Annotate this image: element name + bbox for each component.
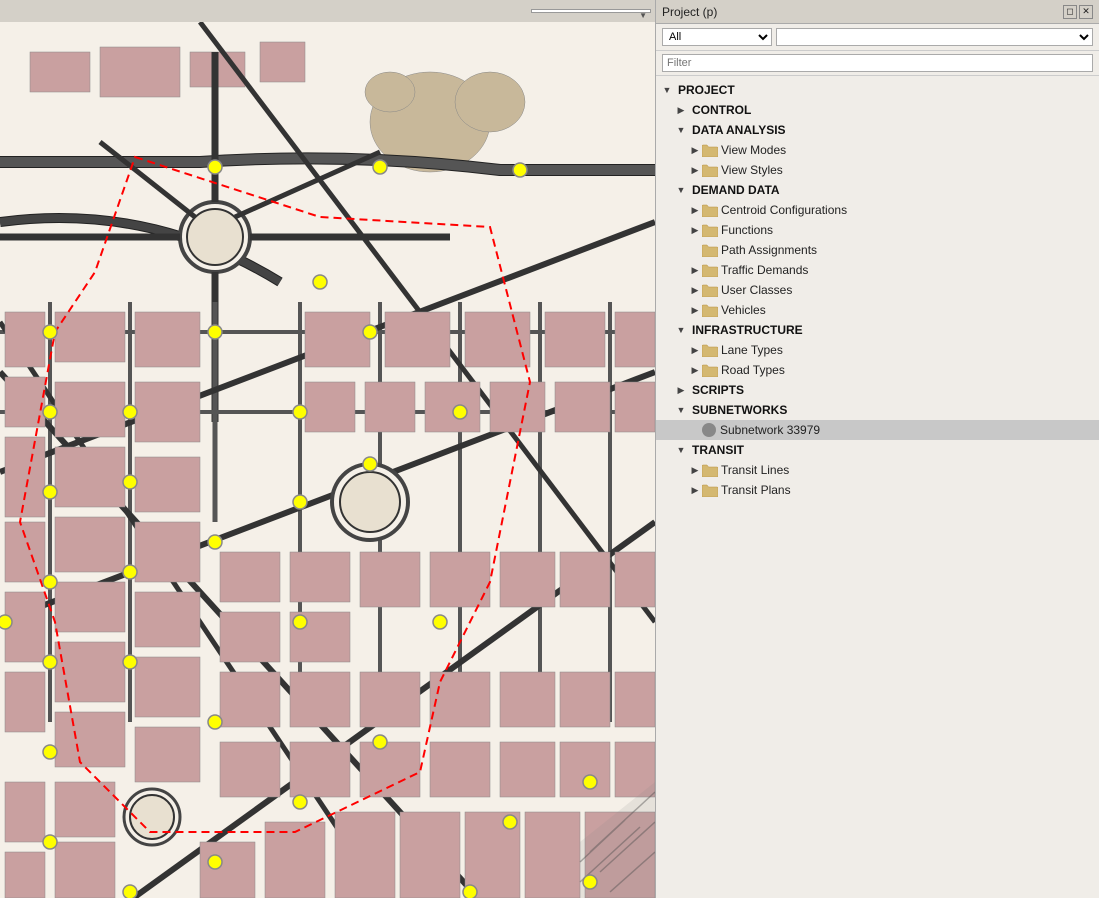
node-label-transit-lines: Transit Lines (721, 463, 1095, 477)
tree-node-transit[interactable]: ▼ TRANSIT (656, 440, 1099, 460)
tree-node-vehicles[interactable]: ▶ Vehicles (656, 300, 1099, 320)
node-label-path-assignments: Path Assignments (721, 243, 1095, 257)
expander-user-classes[interactable]: ▶ (688, 283, 702, 297)
node-label-centroid-configs: Centroid Configurations (721, 203, 1095, 217)
node-label-data-analysis: DATA ANALYSIS (692, 123, 1095, 137)
filter-value-select[interactable] (776, 28, 1093, 46)
folder-icon-transit-lines (702, 463, 718, 477)
folder-icon-traffic-demands (702, 263, 718, 277)
expander-road-types[interactable]: ▶ (688, 363, 702, 377)
expander-subnetwork-33979 (688, 423, 702, 437)
expander-control[interactable]: ▶ (674, 103, 688, 117)
tree-node-user-classes[interactable]: ▶ User Classes (656, 280, 1099, 300)
node-label-road-types: Road Types (721, 363, 1095, 377)
folder-icon-vehicles (702, 303, 718, 317)
folder-icon-user-classes (702, 283, 718, 297)
restore-button[interactable]: ◻ (1063, 5, 1077, 19)
window-buttons: ◻ ✕ (1063, 5, 1093, 19)
node-label-traffic-demands: Traffic Demands (721, 263, 1095, 277)
node-label-demand-data: DEMAND DATA (692, 183, 1095, 197)
expander-demand-data[interactable]: ▼ (674, 183, 688, 197)
folder-icon-road-types (702, 363, 718, 377)
filter-input[interactable] (662, 54, 1093, 72)
expander-functions[interactable]: ▶ (688, 223, 702, 237)
expander-data-analysis[interactable]: ▼ (674, 123, 688, 137)
node-label-vehicles: Vehicles (721, 303, 1095, 317)
folder-icon-centroid-configs (702, 203, 718, 217)
expander-transit-lines[interactable]: ▶ (688, 463, 702, 477)
node-label-view-styles: View Styles (721, 163, 1095, 177)
expander-view-modes[interactable]: ▶ (688, 143, 702, 157)
map-topbar (0, 0, 655, 22)
tree-node-path-assignments[interactable]: Path Assignments (656, 240, 1099, 260)
folder-icon-functions (702, 223, 718, 237)
filter-type-select[interactable]: All (662, 28, 772, 46)
tree-node-centroid-configs[interactable]: ▶ Centroid Configurations (656, 200, 1099, 220)
tree-node-view-modes[interactable]: ▶ View Modes (656, 140, 1099, 160)
map-dropdown[interactable] (531, 9, 651, 13)
panel-titlebar: Project (p) ◻ ✕ (656, 0, 1099, 24)
node-label-functions: Functions (721, 223, 1095, 237)
tree-node-transit-plans[interactable]: ▶ Transit Plans (656, 480, 1099, 500)
expander-centroid-configs[interactable]: ▶ (688, 203, 702, 217)
expander-vehicles[interactable]: ▶ (688, 303, 702, 317)
expander-view-styles[interactable]: ▶ (688, 163, 702, 177)
right-panel: Project (p) ◻ ✕ All ▼ PROJECT ▶ CONTROL ▼ DAT… (655, 0, 1099, 898)
node-label-subnetwork-33979: Subnetwork 33979 (720, 423, 1095, 437)
expander-subnetworks[interactable]: ▼ (674, 403, 688, 417)
filter-row: All (656, 24, 1099, 51)
tree-node-lane-types[interactable]: ▶ Lane Types (656, 340, 1099, 360)
node-label-transit-plans: Transit Plans (721, 483, 1095, 497)
folder-icon-path-assignments (702, 243, 718, 257)
tree-node-traffic-demands[interactable]: ▶ Traffic Demands (656, 260, 1099, 280)
tree-node-scripts[interactable]: ▶ SCRIPTS (656, 380, 1099, 400)
tree-area[interactable]: ▼ PROJECT ▶ CONTROL ▼ DATA ANALYSIS ▶ View Mod… (656, 76, 1099, 898)
tree-node-demand-data[interactable]: ▼ DEMAND DATA (656, 180, 1099, 200)
node-label-user-classes: User Classes (721, 283, 1095, 297)
tree-node-subnetworks[interactable]: ▼ SUBNETWORKS (656, 400, 1099, 420)
expander-scripts[interactable]: ▶ (674, 383, 688, 397)
tree-node-view-styles[interactable]: ▶ View Styles (656, 160, 1099, 180)
node-label-project: PROJECT (678, 83, 1095, 97)
map-canvas (0, 22, 655, 898)
tree-node-transit-lines[interactable]: ▶ Transit Lines (656, 460, 1099, 480)
tree-node-functions[interactable]: ▶ Functions (656, 220, 1099, 240)
panel-title: Project (p) (662, 5, 717, 19)
expander-lane-types[interactable]: ▶ (688, 343, 702, 357)
expander-traffic-demands[interactable]: ▶ (688, 263, 702, 277)
close-button[interactable]: ✕ (1079, 5, 1093, 19)
folder-icon-view-styles (702, 163, 718, 177)
node-label-lane-types: Lane Types (721, 343, 1095, 357)
tree-node-control[interactable]: ▶ CONTROL (656, 100, 1099, 120)
node-label-subnetworks: SUBNETWORKS (692, 403, 1095, 417)
node-label-control: CONTROL (692, 103, 1095, 117)
folder-icon-transit-plans (702, 483, 718, 497)
expander-transit-plans[interactable]: ▶ (688, 483, 702, 497)
map-area[interactable] (0, 0, 655, 898)
tree-node-road-types[interactable]: ▶ Road Types (656, 360, 1099, 380)
tree-node-project[interactable]: ▼ PROJECT (656, 80, 1099, 100)
filter-input-row (656, 51, 1099, 76)
tree-node-data-analysis[interactable]: ▼ DATA ANALYSIS (656, 120, 1099, 140)
node-label-transit: TRANSIT (692, 443, 1095, 457)
expander-path-assignments (688, 243, 702, 257)
expander-infrastructure[interactable]: ▼ (674, 323, 688, 337)
node-label-scripts: SCRIPTS (692, 383, 1095, 397)
expander-project[interactable]: ▼ (660, 83, 674, 97)
node-label-view-modes: View Modes (721, 143, 1095, 157)
tree-node-subnetwork-33979[interactable]: Subnetwork 33979 (656, 420, 1099, 440)
folder-icon-lane-types (702, 343, 718, 357)
expander-transit[interactable]: ▼ (674, 443, 688, 457)
node-label-infrastructure: INFRASTRUCTURE (692, 323, 1095, 337)
folder-icon-view-modes (702, 143, 718, 157)
tree-node-infrastructure[interactable]: ▼ INFRASTRUCTURE (656, 320, 1099, 340)
subnetwork-icon-subnetwork-33979 (702, 423, 716, 437)
